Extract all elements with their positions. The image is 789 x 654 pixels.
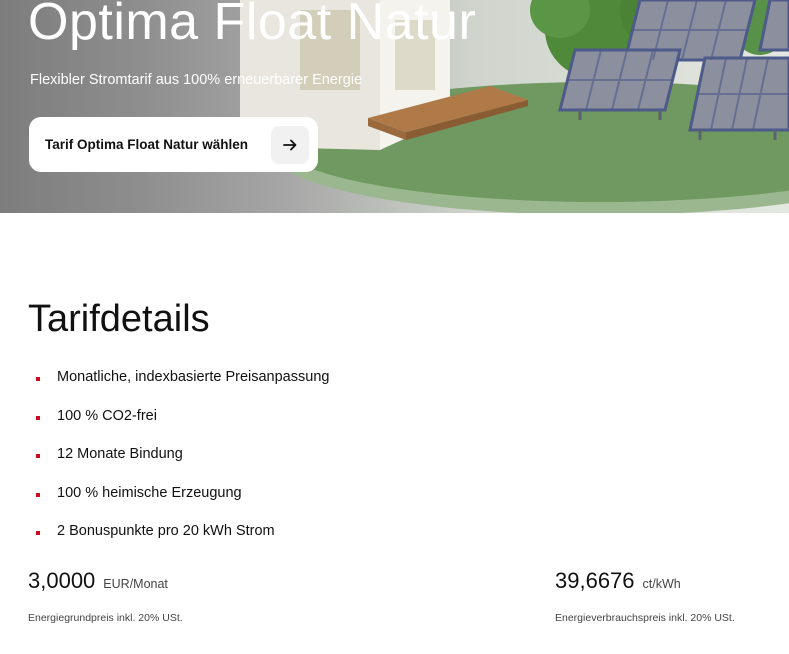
select-tariff-button-label: Tarif Optima Float Natur wählen bbox=[45, 137, 249, 152]
feature-text: 12 Monate Bindung bbox=[57, 446, 183, 462]
consumption-price-note: Energieverbrauchspreis inkl. 20% USt. bbox=[555, 612, 735, 624]
bullet-icon bbox=[36, 415, 40, 420]
bullet-icon bbox=[36, 492, 40, 497]
base-price-value: 3,0000 bbox=[28, 568, 96, 593]
list-item: 100 % CO2-frei bbox=[36, 408, 329, 447]
consumption-price-value: 39,6676 bbox=[555, 568, 635, 593]
page: Optima Float Natur Flexibler Stromtarif … bbox=[0, 0, 789, 654]
arrow-right-icon bbox=[271, 125, 309, 164]
feature-text: Monatliche, indexbasierte Preisanpassung bbox=[57, 369, 330, 385]
consumption-price: 39,6676 ct/kWh bbox=[555, 568, 681, 594]
list-item: Monatliche, indexbasierte Preisanpassung bbox=[36, 369, 329, 408]
hero-banner: Optima Float Natur Flexibler Stromtarif … bbox=[0, 0, 789, 213]
hero-subtitle: Flexibler Stromtarif aus 100% erneuerbar… bbox=[30, 72, 363, 88]
list-item: 12 Monate Bindung bbox=[36, 446, 329, 485]
bullet-icon bbox=[36, 377, 40, 381]
bullet-icon bbox=[36, 454, 40, 458]
base-price-note: Energiegrundpreis inkl. 20% USt. bbox=[28, 612, 183, 624]
hero-title: Optima Float Natur bbox=[28, 0, 477, 51]
feature-text: 100 % CO2-frei bbox=[57, 407, 157, 424]
bullet-icon bbox=[36, 531, 40, 535]
select-tariff-button[interactable]: Tarif Optima Float Natur wählen bbox=[29, 117, 318, 172]
feature-list: Monatliche, indexbasierte Preisanpassung… bbox=[36, 369, 329, 562]
base-price: 3,0000 EUR/Monat bbox=[28, 568, 168, 594]
consumption-price-unit: ct/kWh bbox=[642, 577, 681, 591]
section-title-tariff-details: Tarifdetails bbox=[28, 298, 210, 340]
feature-text: 2 Bonuspunkte pro 20 kWh Strom bbox=[57, 523, 275, 539]
list-item: 100 % heimische Erzeugung bbox=[36, 485, 329, 524]
feature-text: 100 % heimische Erzeugung bbox=[57, 484, 242, 501]
list-item: 2 Bonuspunkte pro 20 kWh Strom bbox=[36, 523, 329, 562]
base-price-unit: EUR/Monat bbox=[103, 577, 168, 591]
